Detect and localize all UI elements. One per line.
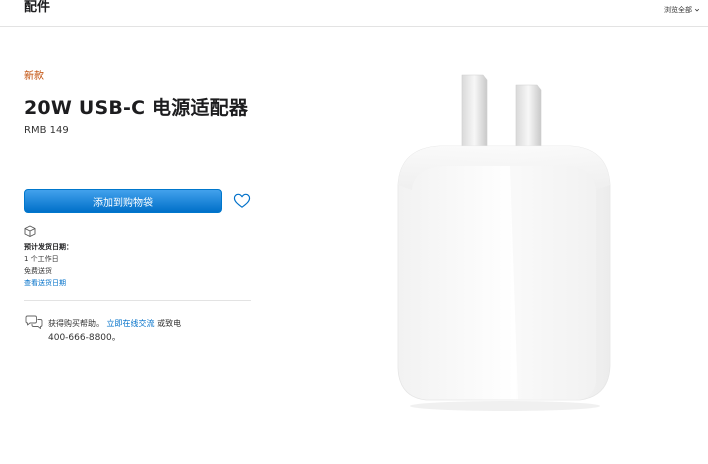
shipping-info: 预计发货日期： 1 个工作日 免费送货 查看送货日期 — [24, 241, 73, 289]
help-text: 获得购买帮助。 — [48, 319, 104, 328]
product-image — [397, 74, 611, 411]
divider — [24, 300, 251, 301]
browse-all-label: 浏览全部 — [664, 6, 692, 14]
purchase-help: 获得购买帮助。 立即在线交流 或致电 400-666-8800。 — [48, 317, 181, 345]
shipping-dates-link[interactable]: 查看送货日期 — [24, 277, 73, 289]
browse-all-link[interactable]: 浏览全部 — [664, 5, 700, 15]
heart-icon[interactable] — [233, 193, 251, 209]
product-price: RMB 149 — [24, 125, 69, 136]
chat-icon — [25, 315, 43, 329]
page-title: 配件 — [24, 0, 51, 15]
product-title: 20W USB-C 电源适配器 — [24, 97, 249, 119]
package-icon — [24, 225, 36, 237]
add-to-bag-button[interactable]: 添加到购物袋 — [24, 189, 222, 213]
shipping-line: 免费送货 — [24, 267, 52, 275]
live-chat-link[interactable]: 立即在线交流 — [107, 319, 155, 328]
shipping-line: 1 个工作日 — [24, 255, 59, 263]
new-badge: 新款 — [24, 71, 44, 82]
chevron-down-icon — [694, 8, 700, 12]
top-nav-bar: 配件 浏览全部 — [0, 0, 708, 27]
help-call-text: 或致电 — [157, 319, 182, 328]
phone-number: 400-666-8800。 — [48, 333, 121, 343]
shipping-heading: 预计发货日期： — [24, 243, 73, 251]
